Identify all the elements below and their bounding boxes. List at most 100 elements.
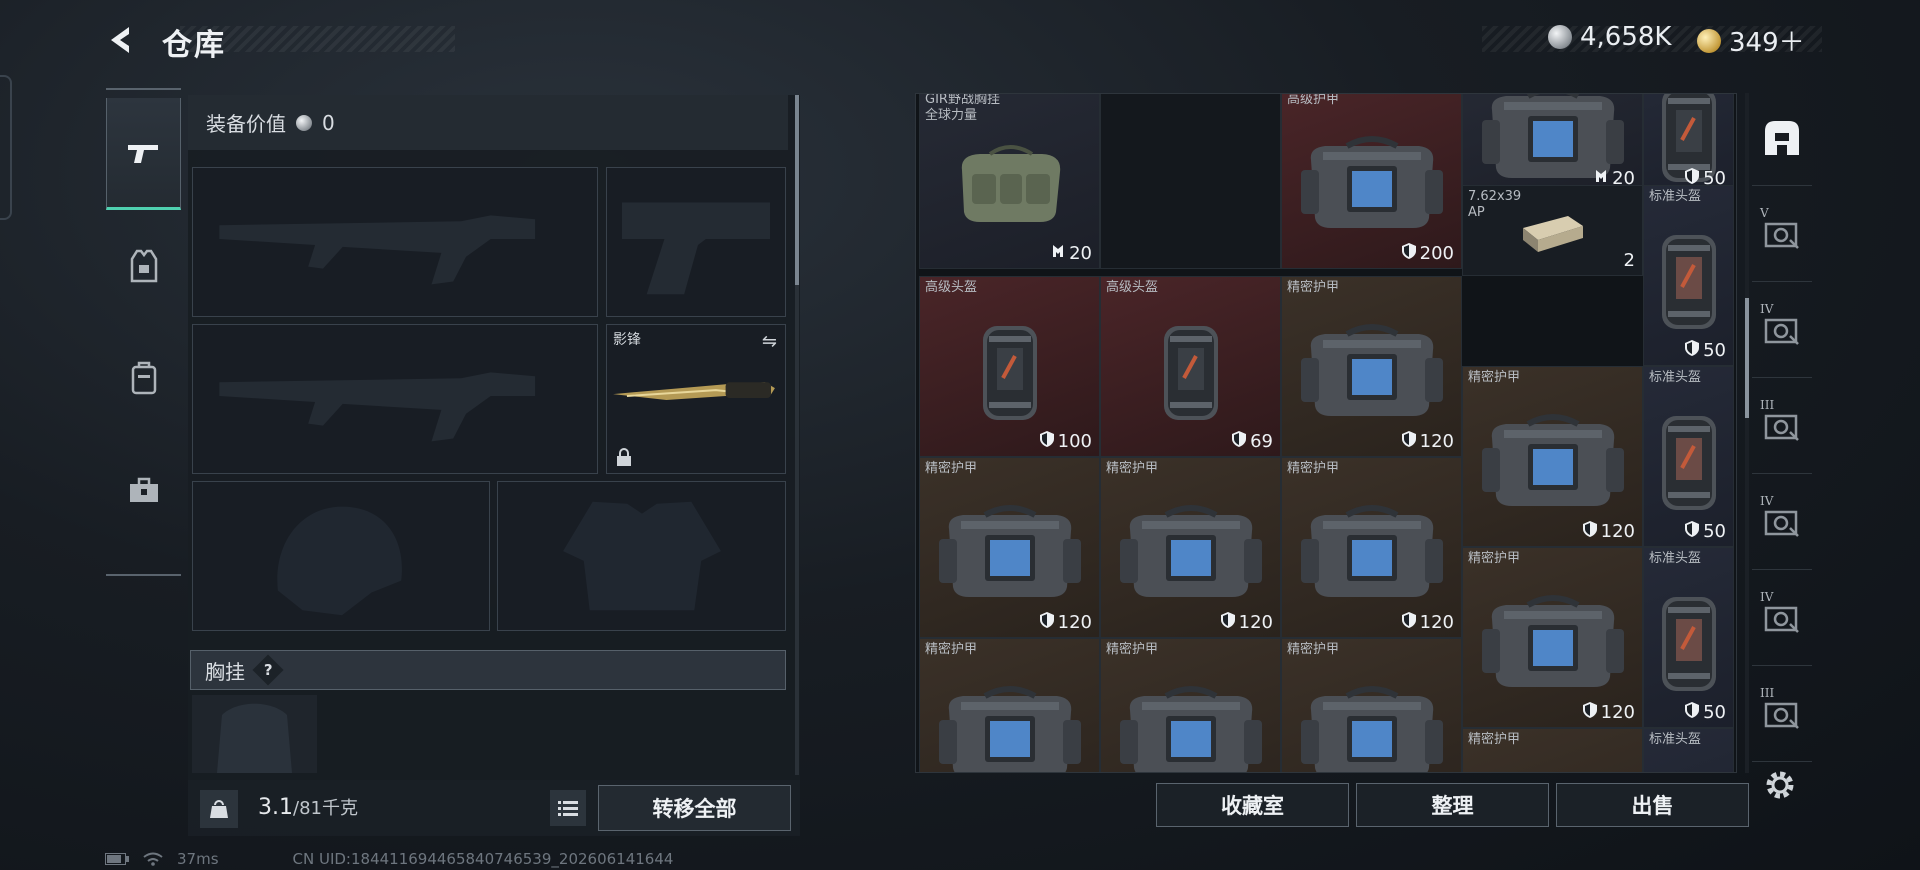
stash-item[interactable]: 50	[1643, 94, 1734, 194]
item-value-text: 120	[1419, 612, 1454, 633]
item-name: 高级头盔	[1106, 280, 1159, 295]
tab-tools[interactable]	[106, 434, 181, 546]
item-name: 精密护甲	[1468, 732, 1521, 747]
stash-item[interactable]: 精密护甲	[1462, 728, 1643, 772]
equipment-value-bar: 装备价值 0	[188, 95, 788, 150]
uid-text: CN UID:184411694465840746539_20260614164…	[292, 850, 674, 868]
organize-button[interactable]: 整理	[1356, 783, 1549, 827]
tier-label: IV	[1760, 494, 1774, 508]
collection-room-button[interactable]: 收藏室	[1156, 783, 1349, 827]
item-value-text: 2	[1623, 250, 1635, 271]
settings-icon[interactable]	[1762, 767, 1798, 807]
primary-weapon-slot[interactable]	[192, 167, 598, 317]
stash-item[interactable]: 精密护甲 120	[919, 457, 1100, 638]
stash-filter-column: V IV III IV IV III	[1752, 90, 1812, 830]
item-image	[1654, 408, 1724, 522]
item-name: 精密护甲	[1287, 642, 1340, 657]
stash-grid: GIR野战胸挂 全球力量 20 高级护甲 200 20 50 7.62x39 AP 2 标准头盔…	[915, 93, 1737, 773]
item-image	[1654, 227, 1724, 341]
filter-medical-tier-iv[interactable]: IV	[1752, 474, 1812, 570]
stash-item[interactable]: 高级头盔 100	[919, 276, 1100, 457]
melee-slot[interactable]: 影锋 ⇋	[606, 324, 786, 474]
item-value-text: 50	[1703, 702, 1726, 723]
item-value: 200	[1401, 243, 1454, 264]
stash-item[interactable]: 精密护甲 120	[1100, 457, 1281, 638]
stash-item[interactable]: 7.62x39 AP 2	[1462, 185, 1643, 276]
stash-item[interactable]: 高级护甲 200	[1281, 94, 1462, 269]
stash-item[interactable]: 精密护甲 120	[1281, 457, 1462, 638]
body-armor-slot[interactable]	[497, 481, 786, 631]
back-button[interactable]	[100, 18, 144, 62]
item-image	[1654, 770, 1724, 772]
stash-item[interactable]: 标准头盔 50	[1643, 366, 1734, 547]
tab-backpack[interactable]	[106, 322, 181, 434]
filter-category-icon	[1764, 606, 1799, 633]
equipment-scrollbar[interactable]	[795, 95, 799, 775]
equipment-panel: 装备价值 0 影锋 ⇋ 胸挂 ? 3.1/81千克 转移全部	[188, 95, 800, 836]
armor-silhouette-icon	[563, 501, 721, 611]
stash-item[interactable]: 20	[1462, 94, 1643, 194]
transfer-all-button[interactable]: 转移全部	[598, 785, 791, 831]
tab-armor[interactable]	[106, 210, 181, 322]
list-view-button[interactable]	[550, 790, 586, 826]
stash-item[interactable]: GIR野战胸挂 全球力量 20	[919, 94, 1100, 269]
helmet-silhouette-icon	[277, 506, 402, 616]
item-name: 精密护甲	[1468, 370, 1521, 385]
stash-scrollbar[interactable]	[1745, 93, 1749, 773]
item-value: 120	[1582, 702, 1635, 723]
shield-icon	[1039, 431, 1054, 452]
silver-currency: 4,658K	[1548, 22, 1671, 52]
filter-weapon-tier-iii[interactable]: III	[1752, 666, 1812, 762]
tab-weapons[interactable]	[106, 98, 181, 210]
filter-armor-tier-v[interactable]: V	[1752, 186, 1812, 282]
item-name: 标准头盔	[1649, 370, 1702, 385]
secondary-weapon-slot[interactable]	[192, 324, 598, 474]
item-image	[1478, 408, 1628, 522]
item-name: 标准头盔	[1649, 551, 1702, 566]
silver-amount: 4,658K	[1580, 22, 1672, 52]
item-value-text: 50	[1703, 340, 1726, 361]
item-value: 50	[1685, 702, 1726, 723]
item-name: 精密护甲	[1106, 642, 1159, 657]
stash-item[interactable]: 高级头盔 69	[1100, 276, 1281, 457]
filter-category-icon	[1764, 702, 1799, 729]
tier-label: IV	[1760, 302, 1774, 316]
equipment-value-label: 装备价值	[206, 112, 286, 136]
stash-item[interactable]: 精密护甲 120	[1462, 366, 1643, 547]
stash-item[interactable]: 精密护甲 120	[1462, 547, 1643, 728]
item-value-text: 120	[1238, 612, 1273, 633]
shield-icon	[1232, 431, 1247, 452]
sidearm-slot[interactable]	[606, 167, 786, 317]
stash-item[interactable]: 标准头盔	[1643, 728, 1734, 772]
stash-item[interactable]: 精密护甲 120	[1281, 276, 1462, 457]
pistol-icon	[127, 144, 158, 163]
tier-label: III	[1760, 398, 1775, 412]
stash-item[interactable]: 标准头盔 50	[1643, 185, 1734, 366]
pistol-silhouette-icon	[622, 202, 770, 295]
item-value-text: 69	[1250, 431, 1273, 452]
filter-armor-tier-iv[interactable]: IV	[1752, 282, 1812, 378]
stash-empty-cell	[1100, 94, 1281, 269]
filter-armor-tier-iii[interactable]: III	[1752, 378, 1812, 474]
stash-item[interactable]: 精密护甲	[1281, 638, 1462, 772]
weight-bar: 3.1/81千克 转移全部	[188, 780, 800, 836]
page-title: 仓库	[162, 28, 226, 63]
help-icon[interactable]: ?	[252, 654, 284, 686]
shield-icon	[1685, 340, 1700, 361]
side-drawer-handle[interactable]	[0, 75, 12, 220]
item-value: 69	[1232, 431, 1273, 452]
gold-currency[interactable]: 349＋	[1697, 22, 1805, 59]
stash-item[interactable]: 精密护甲	[1100, 638, 1281, 772]
helmet-slot[interactable]	[192, 481, 490, 631]
weight-max: /81千克	[293, 798, 358, 819]
stash-item[interactable]: 标准头盔 50	[1643, 547, 1734, 728]
stash-item[interactable]: 精密护甲	[919, 638, 1100, 772]
filter-all[interactable]	[1752, 90, 1812, 186]
chest-rig-slot[interactable]	[192, 695, 317, 773]
shield-icon	[1220, 612, 1235, 633]
weight-icon	[200, 790, 238, 828]
item-name: 精密护甲	[925, 642, 978, 657]
chest-rig-label: 胸挂	[205, 659, 245, 684]
sell-button[interactable]: 出售	[1556, 783, 1749, 827]
filter-folder-tier-iv[interactable]: IV	[1752, 570, 1812, 666]
